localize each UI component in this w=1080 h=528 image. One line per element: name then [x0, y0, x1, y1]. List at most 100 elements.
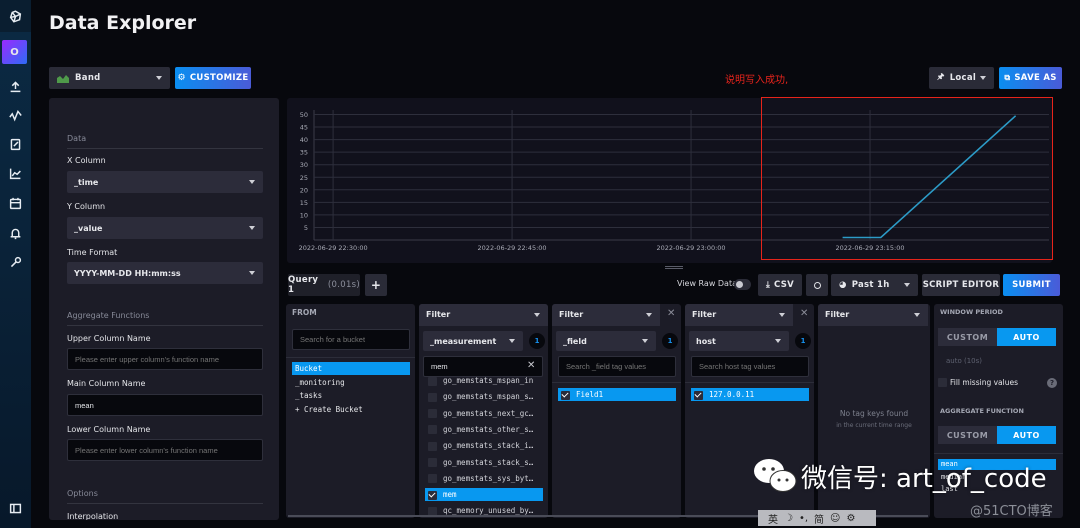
bucket-item[interactable]: _tasks	[292, 389, 325, 402]
highlight-box	[761, 97, 1053, 260]
measurement-item[interactable]: go_memstats_mspan_in	[425, 374, 543, 387]
site-watermark: @51CTO博客	[970, 504, 1053, 519]
checkbox[interactable]	[428, 441, 437, 451]
filter-header[interactable]: Filter	[818, 304, 928, 326]
upload-icon[interactable]	[0, 76, 31, 96]
measurement-item[interactable]: go_memstats_next_gc…	[425, 407, 543, 420]
refresh-button[interactable]	[806, 274, 828, 296]
measurement-label: go_memstats_mspan_s…	[443, 392, 534, 402]
checkbox[interactable]	[561, 390, 570, 400]
settings-wrench-icon[interactable]	[0, 252, 31, 272]
checkbox[interactable]	[428, 474, 437, 484]
remove-filter-icon[interactable]: ✕	[667, 308, 675, 319]
custom-option[interactable]: CUSTOM	[938, 426, 997, 444]
field-key-select[interactable]: _field	[556, 331, 656, 351]
field-search-input[interactable]	[558, 356, 676, 377]
bucket-item[interactable]: _monitoring	[292, 376, 348, 389]
aggregate-section-heading: Aggregate Functions	[67, 311, 263, 326]
selected-count-badge: 1	[795, 333, 811, 349]
script-editor-button[interactable]: SCRIPT EDITOR	[922, 274, 1000, 296]
window-period-heading: WINDOW PERIOD	[940, 308, 1003, 316]
measurement-label: go_memstats_sys_byt…	[443, 473, 534, 483]
ime-simplified[interactable]: 简	[814, 511, 824, 526]
y-column-select[interactable]: _value	[67, 217, 263, 239]
influx-logo-icon[interactable]	[0, 0, 31, 32]
checkbox[interactable]	[694, 390, 703, 400]
bucket-search-input[interactable]	[292, 329, 410, 350]
checkbox[interactable]	[428, 425, 437, 435]
bucket-item[interactable]: Bucket	[292, 362, 410, 375]
chevron-down-icon	[249, 226, 255, 230]
measurement-item[interactable]: go_memstats_stack_i…	[425, 439, 543, 452]
lower-column-input[interactable]	[67, 439, 263, 461]
checkbox[interactable]	[938, 378, 947, 387]
host-key-select[interactable]: host	[689, 331, 789, 351]
gear-icon[interactable]: ⚙	[846, 513, 855, 524]
field-item[interactable]: Field1	[558, 388, 676, 401]
measurement-label: go_memstats_next_gc…	[443, 408, 534, 418]
query-tab[interactable]: Query 1 (0.01s)	[288, 274, 360, 296]
ime-lang[interactable]: 英	[768, 511, 778, 526]
chevron-down-icon	[775, 339, 781, 343]
custom-option[interactable]: CUSTOM	[938, 328, 997, 346]
punctuation-icon[interactable]: •,	[799, 513, 808, 524]
resize-handle[interactable]	[665, 266, 683, 269]
moon-icon[interactable]: ☽	[784, 513, 793, 524]
visualization-type-dropdown[interactable]: Band	[49, 67, 170, 89]
save-as-button[interactable]: ⧉ SAVE AS	[999, 67, 1062, 89]
filter-header[interactable]: Filter	[685, 304, 793, 326]
host-item[interactable]: 127.0.0.11	[691, 388, 809, 401]
time-format-label: Time Format	[67, 248, 118, 257]
checkbox[interactable]	[428, 392, 437, 402]
filter-header[interactable]: Filter	[419, 304, 548, 326]
data-explorer-icon[interactable]	[0, 105, 31, 125]
measurement-item[interactable]: go_memstats_sys_byt…	[425, 472, 543, 485]
x-column-select[interactable]: _time	[67, 171, 263, 193]
measurement-label: go_memstats_mspan_in	[443, 376, 534, 385]
lower-column-label: Lower Column Name	[67, 425, 151, 434]
csv-download-button[interactable]: ⤓ CSV	[758, 274, 802, 296]
emoji-icon[interactable]: ☺	[830, 513, 840, 524]
measurement-item[interactable]: go_memstats_stack_s…	[425, 456, 543, 469]
measurement-key-select[interactable]: _measurement	[423, 331, 523, 351]
from-panel: FROM Bucket _monitoring _tasks + Create …	[286, 304, 415, 518]
timezone-dropdown[interactable]: 🖈 Local	[929, 67, 994, 89]
watermark: 微信号: art_of_code	[753, 457, 1047, 495]
alerts-bell-icon[interactable]	[0, 223, 31, 243]
tasks-calendar-icon[interactable]	[0, 193, 31, 213]
dashboards-icon[interactable]	[0, 163, 31, 183]
add-query-button[interactable]: +	[365, 274, 387, 296]
auto-option[interactable]: AUTO	[997, 426, 1056, 444]
remove-filter-icon[interactable]: ✕	[800, 308, 808, 319]
checkbox[interactable]	[428, 458, 437, 467]
filter-header[interactable]: Filter	[552, 304, 660, 326]
org-avatar[interactable]: O	[2, 40, 27, 64]
customize-button[interactable]: ⚙ CUSTOMIZE	[175, 67, 251, 89]
help-icon[interactable]: ?	[1047, 378, 1057, 388]
collapse-nav-icon[interactable]	[0, 498, 31, 518]
notebook-icon[interactable]	[0, 134, 31, 154]
y-tick-label: 50	[300, 111, 308, 119]
measurement-item[interactable]: go_memstats_mspan_s…	[425, 390, 543, 403]
time-format-select[interactable]: YYYY-MM-DD HH:mm:ss	[67, 262, 263, 284]
checkbox[interactable]	[428, 376, 437, 386]
selected-count-badge: 1	[529, 333, 545, 349]
measurement-item[interactable]: go_memstats_other_s…	[425, 423, 543, 436]
view-raw-data-toggle[interactable]	[734, 279, 751, 290]
interpolation-label: Interpolation	[67, 512, 119, 520]
time-range-dropdown[interactable]: ◕ Past 1h	[831, 274, 918, 296]
fill-missing-checkbox[interactable]: Fill missing values	[938, 378, 1018, 387]
main-column-input[interactable]	[67, 394, 263, 416]
upper-column-input[interactable]	[67, 348, 263, 370]
auto-option[interactable]: AUTO	[997, 328, 1056, 346]
clear-search-icon[interactable]: ✕	[527, 360, 535, 371]
checkbox[interactable]	[428, 409, 437, 419]
auto-period-value: auto (10s)	[946, 357, 982, 365]
create-bucket-link[interactable]: + Create Bucket	[292, 403, 366, 416]
host-search-input[interactable]	[691, 356, 809, 377]
selected-count-badge: 1	[662, 333, 678, 349]
aggregate-function-toggle: CUSTOM AUTO	[938, 426, 1056, 444]
measurement-item[interactable]: mem	[425, 488, 543, 502]
checkbox[interactable]	[428, 490, 437, 500]
submit-button[interactable]: SUBMIT	[1003, 274, 1060, 296]
